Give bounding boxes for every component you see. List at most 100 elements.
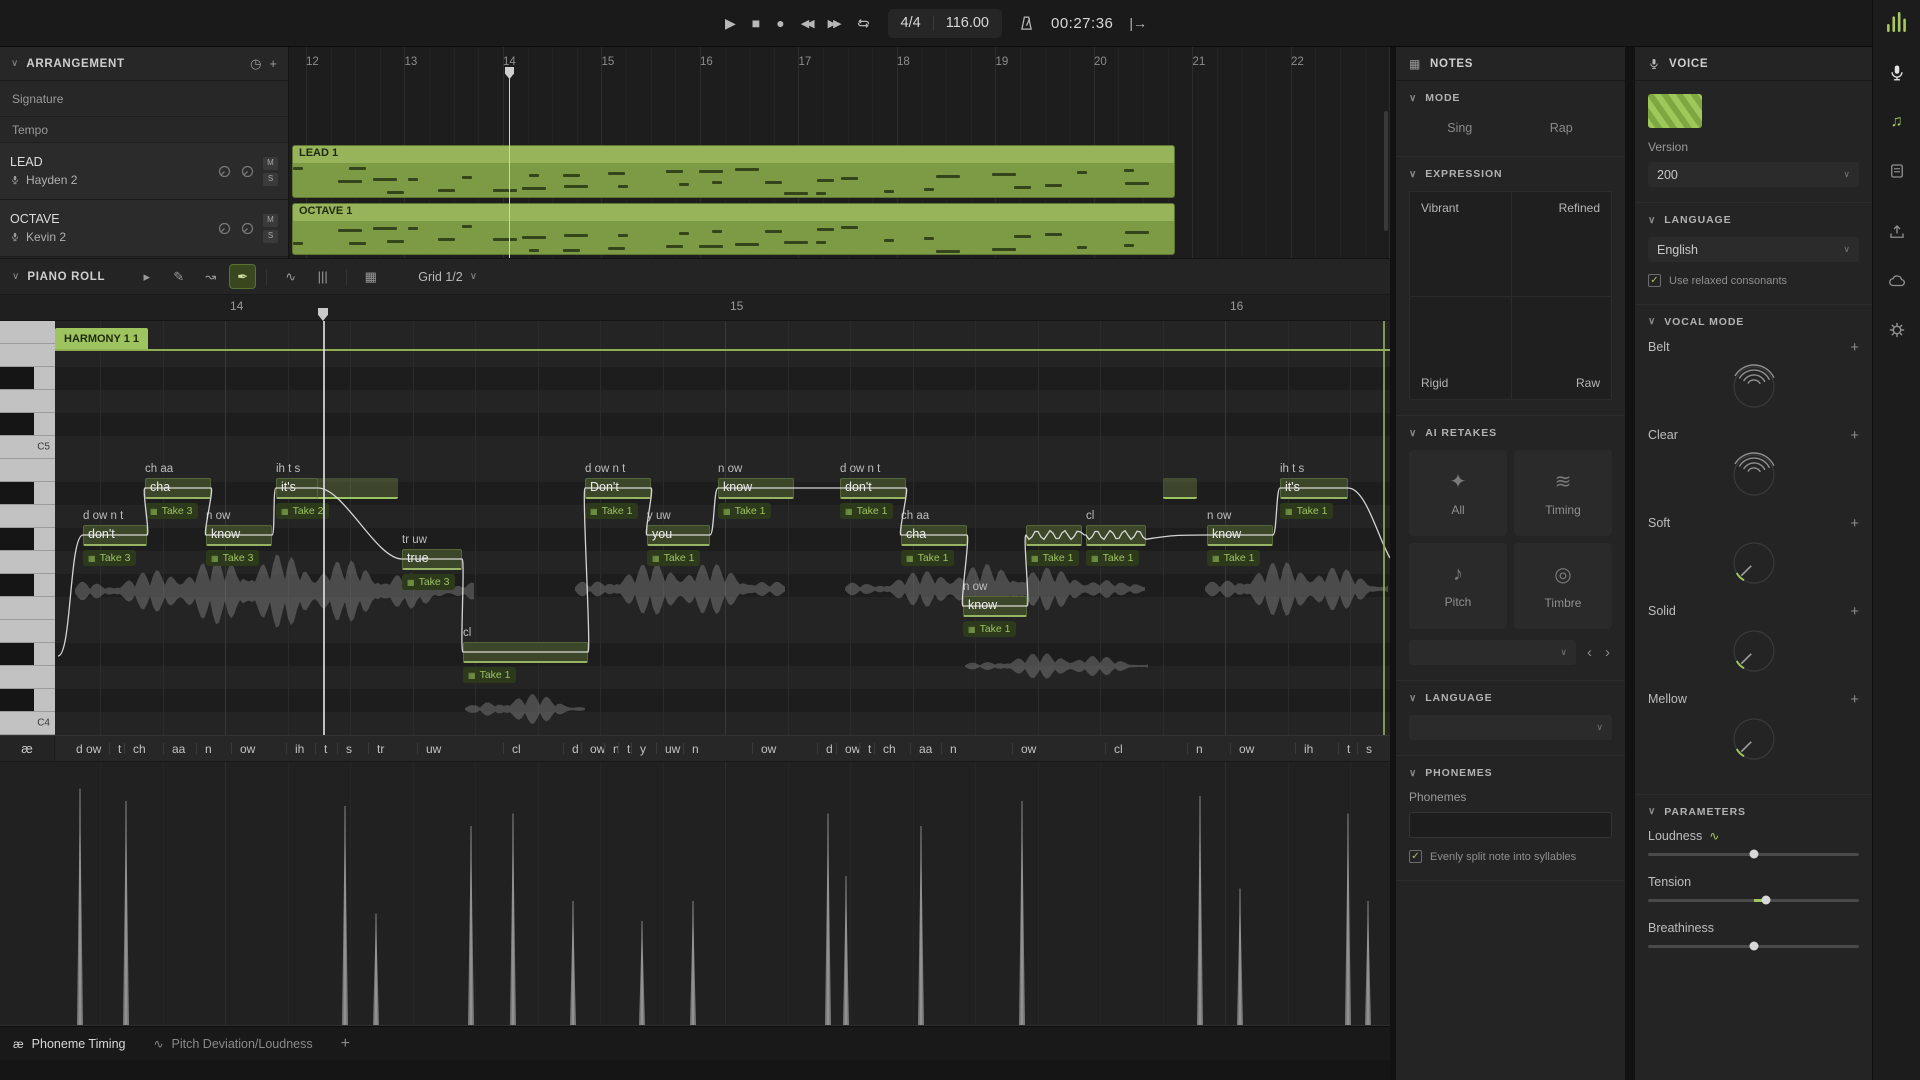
pitch-curve-tool[interactable]: ∿ <box>277 264 304 289</box>
follow-playhead-button[interactable]: |→ <box>1129 15 1147 31</box>
note[interactable]: don't <box>840 478 906 499</box>
add-soft-button[interactable]: + <box>1850 515 1859 532</box>
collapse-chevron-icon[interactable]: ∨ <box>12 271 19 282</box>
track-lead[interactable]: LEAD Hayden 2 M S <box>0 143 288 200</box>
add-belt-button[interactable]: + <box>1850 339 1859 356</box>
mute-button[interactable]: M <box>263 214 278 227</box>
phoneme-token[interactable]: ow <box>1021 742 1036 756</box>
phoneme-token[interactable]: y <box>640 742 646 756</box>
piano-key[interactable] <box>0 574 55 597</box>
take-badge[interactable]: ▦Take 1 <box>963 621 1016 637</box>
chevron-down-icon[interactable]: ∨ <box>1648 316 1656 327</box>
phoneme-timing-panel[interactable] <box>0 762 1390 1026</box>
phoneme-token[interactable]: uw <box>665 742 680 756</box>
vertical-scrollbar[interactable] <box>1384 111 1388 231</box>
take-badge[interactable]: ▦Take 1 <box>647 550 700 566</box>
breathiness-slider[interactable] <box>1648 945 1859 948</box>
note[interactable]: know <box>206 525 272 546</box>
add-mellow-button[interactable]: + <box>1850 691 1859 708</box>
gain-dial[interactable] <box>217 221 232 236</box>
take-badge[interactable]: ▦Take 1 <box>1280 503 1333 519</box>
take-badge[interactable]: ▦Take 1 <box>1026 550 1079 566</box>
piano-key[interactable] <box>0 620 55 643</box>
chevron-down-icon[interactable]: ∨ <box>1409 693 1417 704</box>
stop-button[interactable]: ■ <box>752 15 760 31</box>
voice-panel-button[interactable] <box>1881 57 1913 89</box>
notes-panel-button[interactable]: ♫ <box>1881 106 1913 138</box>
signature-lane[interactable]: Signature <box>0 81 288 117</box>
retake-all-button[interactable]: ✦All <box>1409 450 1507 536</box>
mode-sing-button[interactable]: Sing <box>1409 115 1511 141</box>
play-button[interactable]: ▶ <box>725 15 736 32</box>
phoneme-token[interactable]: uw <box>426 742 441 756</box>
retake-pitch-button[interactable]: ♪Pitch <box>1409 543 1507 629</box>
phoneme-token[interactable]: t <box>868 742 871 756</box>
piano-key[interactable] <box>0 413 55 436</box>
loudness-slider[interactable] <box>1648 853 1859 856</box>
piano-key[interactable] <box>0 666 55 689</box>
split-syllables-checkbox[interactable]: ✓ <box>1409 850 1422 863</box>
chevron-down-icon[interactable]: ∨ <box>1409 768 1417 779</box>
phoneme-token[interactable]: ow <box>761 742 776 756</box>
phoneme-token[interactable]: ih <box>1304 742 1313 756</box>
phoneme-token[interactable]: n <box>205 742 212 756</box>
note[interactable]: it's <box>276 478 318 499</box>
tab-pitch-deviation-loudness[interactable]: ∿ Pitch Deviation/Loudness <box>153 1037 312 1051</box>
collapse-chevron-icon[interactable]: ∨ <box>11 58 18 69</box>
mellow-knob[interactable] <box>1728 713 1780 765</box>
version-select[interactable]: 200∨ <box>1648 162 1859 187</box>
phoneme-token[interactable]: s <box>346 742 352 756</box>
phoneme-token[interactable]: ih <box>295 742 304 756</box>
solid-knob[interactable] <box>1728 625 1780 677</box>
take-badge[interactable]: ▦Take 1 <box>585 503 638 519</box>
voice-avatar[interactable] <box>1648 94 1702 128</box>
metronome-button[interactable] <box>1018 15 1035 32</box>
clear-knob[interactable] <box>1728 449 1780 501</box>
quantize-tool[interactable]: ▦ <box>357 264 384 289</box>
slider-thumb[interactable] <box>1762 896 1771 905</box>
forward-button[interactable]: ▶▶ <box>828 17 839 30</box>
note[interactable] <box>463 642 588 663</box>
phoneme-token[interactable]: d <box>826 742 833 756</box>
piano-key[interactable] <box>0 367 55 390</box>
note[interactable] <box>1026 525 1082 546</box>
dynamics-tool[interactable]: ||| <box>309 264 336 289</box>
clip-octave-1[interactable]: OCTAVE 1 <box>292 203 1175 255</box>
piano-key[interactable] <box>0 390 55 413</box>
piano-roll-canvas[interactable]: HARMONY 1 1 d ow n tdon't▦Take 3ch aacha… <box>0 321 1390 735</box>
chevron-down-icon[interactable]: ∨ <box>1409 93 1417 104</box>
slider-thumb[interactable] <box>1749 850 1758 859</box>
take-badge[interactable]: ▦Take 1 <box>901 550 954 566</box>
phoneme-token[interactable]: aa <box>919 742 932 756</box>
tension-slider[interactable] <box>1648 899 1859 902</box>
mute-button[interactable]: M <box>263 157 278 170</box>
chevron-down-icon[interactable]: ∨ <box>1409 169 1417 180</box>
phoneme-token[interactable]: t <box>324 742 327 756</box>
voice-language-select[interactable]: English∨ <box>1648 237 1859 262</box>
expression-pad[interactable]: Vibrant Refined Rigid Raw <box>1409 191 1612 400</box>
take-badge[interactable]: ▦Take 1 <box>718 503 771 519</box>
phoneme-token[interactable]: s <box>1366 742 1372 756</box>
note[interactable] <box>1086 525 1146 546</box>
phoneme-token[interactable]: cl <box>1114 742 1123 756</box>
chevron-down-icon[interactable]: ∨ <box>1648 806 1656 817</box>
time-signature[interactable]: 4/4 <box>901 15 921 31</box>
belt-knob[interactable] <box>1728 361 1780 413</box>
export-button[interactable] <box>1881 216 1913 248</box>
take-badge[interactable]: ▦Take 2 <box>276 503 329 519</box>
take-badge[interactable]: ▦Take 3 <box>206 550 259 566</box>
take-badge[interactable]: ▦Take 3 <box>402 574 455 590</box>
take-badge[interactable]: ▦Take 1 <box>463 667 516 683</box>
retake-next-button[interactable]: › <box>1603 644 1612 661</box>
mode-rap-button[interactable]: Rap <box>1511 115 1613 141</box>
piano-key[interactable] <box>0 551 55 574</box>
piano-roll-ruler[interactable]: 141516 <box>0 295 1390 321</box>
grid-select[interactable]: Grid 1/2 ∨ <box>418 270 477 284</box>
note[interactable]: know <box>1207 525 1273 546</box>
tempo-lane[interactable]: Tempo <box>0 117 288 143</box>
piano-key[interactable]: C5 <box>0 436 55 459</box>
note-language-select[interactable]: ∨ <box>1409 715 1612 740</box>
phoneme-token[interactable]: n <box>692 742 699 756</box>
note[interactable]: cha <box>901 525 967 546</box>
gain-dial[interactable] <box>217 164 232 179</box>
